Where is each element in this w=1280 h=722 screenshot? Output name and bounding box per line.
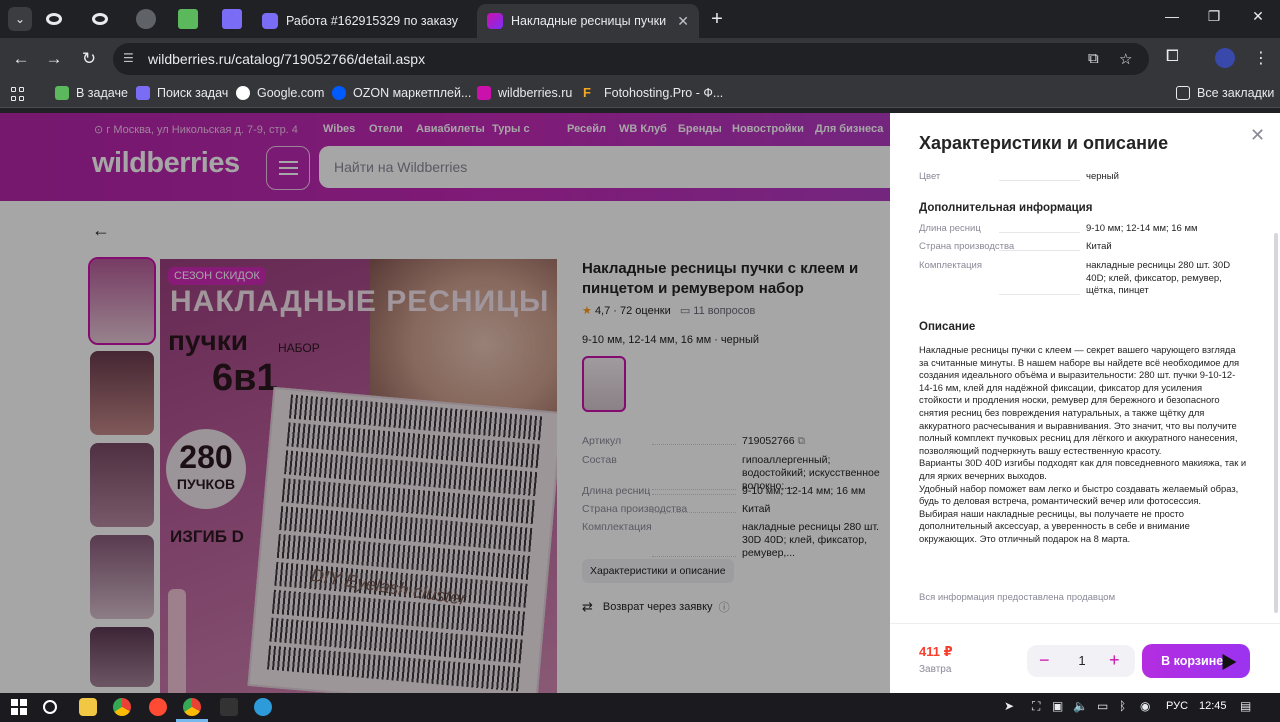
description-text: Накладные ресницы пучки с клеем — секрет… [919, 344, 1247, 544]
spec-row: Длина ресниц 9-10 мм; 12-14 мм; 16 мм [919, 223, 1198, 234]
spec-row: Цвет черный [919, 171, 1119, 182]
search-icon[interactable] [43, 700, 57, 714]
price: 411 ₽ [919, 644, 953, 659]
address-bar[interactable]: ☰ wildberries.ru/catalog/719052766/detai… [113, 43, 1149, 75]
ozon-icon [332, 86, 346, 100]
forward-button[interactable]: → [43, 48, 65, 70]
extra-info-heading: Дополнительная информация [919, 202, 1093, 214]
tab-favicon-kwork[interactable] [222, 9, 242, 29]
windows-taskbar: ➤ ⛶ ▣ 🔈 ▭ ᛒ ◉ РУС 12:45 ▤ [0, 693, 1280, 722]
bookmark-wildberries[interactable]: wildberries.ru [477, 86, 572, 100]
apps-icon[interactable] [11, 87, 25, 101]
tab-favicon-2[interactable] [92, 13, 108, 25]
tab-search-button[interactable]: ⌄ [8, 7, 32, 31]
bookmark-v-zadache[interactable]: В задаче [55, 86, 128, 100]
volume-icon[interactable]: 🔈 [1073, 699, 1088, 713]
reload-button[interactable]: ↻ [78, 48, 100, 70]
seller-note: Вся информация предоставлена продавцом [919, 592, 1116, 603]
bookmarks-bar: В задаче Поиск задач Google.com OZON мар… [0, 80, 1280, 108]
extensions-icon[interactable]: ⧠ [1166, 48, 1179, 66]
profile-avatar[interactable] [1215, 48, 1235, 68]
telegram-icon[interactable]: ➤ [1004, 699, 1014, 713]
all-bookmarks[interactable]: Все закладки [1176, 86, 1274, 100]
maximize-button[interactable]: ❐ [1192, 8, 1236, 25]
app-icon[interactable] [220, 698, 238, 716]
quantity-value: 1 [1078, 653, 1086, 668]
new-tab-button[interactable]: + [706, 8, 728, 31]
start-icon[interactable] [11, 699, 27, 715]
screenshot-icon[interactable]: ⛶ [1032, 699, 1040, 714]
u-icon [55, 86, 69, 100]
quantity-stepper: − 1 + [1027, 645, 1135, 677]
modal-backdrop[interactable] [0, 113, 890, 693]
tab-favicon-u[interactable] [178, 9, 198, 29]
description-heading: Описание [919, 321, 976, 333]
bookmark-fotohosting[interactable]: F Fotohosting.Pro - Ф... [583, 85, 723, 101]
delivery-date: Завтра [919, 664, 952, 675]
wildberries-icon [477, 86, 491, 100]
tab-favicon-globe[interactable] [136, 9, 156, 29]
wildberries-icon [487, 13, 503, 29]
spec-row: Комплектация накладные ресницы 280 шт. 3… [919, 260, 1231, 297]
back-button[interactable]: ← [10, 48, 32, 70]
chrome-tray-icon[interactable]: ◉ [1140, 699, 1150, 713]
close-tab-icon[interactable]: ✕ [677, 13, 689, 30]
bookmark-ozon[interactable]: OZON маркетплей... [332, 86, 471, 100]
tab-wildberries-product[interactable]: Накладные ресницы пучки с к ✕ [477, 4, 699, 38]
fotohosting-icon: F [583, 85, 591, 100]
install-app-icon[interactable]: ⧉ [1088, 50, 1099, 67]
site-info-icon[interactable]: ☰ [123, 51, 139, 67]
folder-icon [1176, 86, 1190, 100]
kwork-icon [262, 13, 278, 29]
tab-strip: ⌄ Работа #162915329 по заказу Накладные … [0, 0, 1280, 38]
clock[interactable]: 12:45 [1199, 700, 1227, 712]
tray-icon[interactable]: ▣ [1052, 699, 1063, 713]
chrome-icon[interactable] [113, 698, 131, 716]
minus-button[interactable]: − [1039, 650, 1050, 671]
telegram-like-icon[interactable] [254, 698, 272, 716]
panel-title: Характеристики и описание [919, 133, 1169, 153]
bluetooth-icon[interactable]: ᛒ [1119, 699, 1126, 713]
yandex-browser-icon[interactable] [149, 698, 167, 716]
language-indicator[interactable]: РУС [1166, 700, 1188, 712]
tab-favicon-1[interactable] [46, 13, 62, 25]
close-window-button[interactable]: ✕ [1236, 8, 1280, 25]
plus-button[interactable]: + [1109, 650, 1120, 671]
close-icon[interactable]: ✕ [1250, 125, 1265, 146]
bookmark-google[interactable]: Google.com [236, 86, 324, 100]
bookmark-poisk-zadach[interactable]: Поиск задач [136, 86, 228, 100]
url-text[interactable]: wildberries.ru/catalog/719052766/detail.… [148, 51, 425, 67]
network-icon[interactable]: ▭ [1097, 699, 1108, 713]
panel-scrollbar[interactable] [1274, 233, 1278, 613]
file-explorer-icon[interactable] [79, 698, 97, 716]
minimize-button[interactable]: — [1150, 8, 1194, 24]
tab-work-order[interactable]: Работа #162915329 по заказу [252, 4, 474, 38]
page-viewport: ⊙ г Москва, ул Никольская д. 7-9, стр. 4… [0, 113, 1280, 693]
google-icon [236, 86, 250, 100]
kwork-icon [136, 86, 150, 100]
notifications-icon[interactable]: ▤ [1240, 699, 1251, 713]
characteristics-panel: Характеристики и описание ✕ Цвет черный … [890, 113, 1280, 693]
browser-toolbar: ← → ↻ ☰ wildberries.ru/catalog/719052766… [0, 38, 1280, 80]
bookmark-star-icon[interactable]: ☆ [1119, 50, 1132, 68]
chrome-active-icon[interactable] [183, 698, 201, 716]
spec-row: Страна производства Китай [919, 241, 1112, 252]
menu-icon[interactable]: ⋮ [1253, 48, 1269, 68]
